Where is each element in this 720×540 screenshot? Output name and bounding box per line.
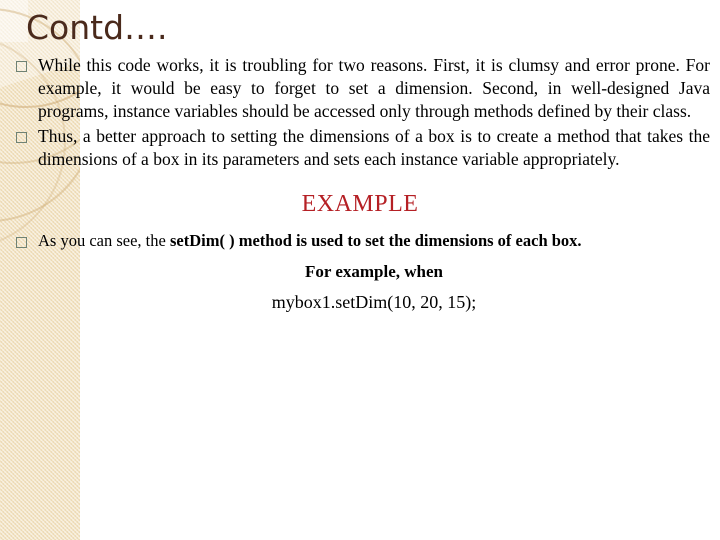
square-bullet-icon bbox=[16, 61, 27, 72]
slide-body: While this code works, it is troubling f… bbox=[0, 54, 720, 313]
bullet-3-text-before: As you can see, the bbox=[38, 231, 170, 250]
bullet-3-text-after: method is used to set the dimensions of … bbox=[234, 231, 582, 250]
slide-title: Contd…. bbox=[26, 8, 168, 47]
square-bullet-icon bbox=[16, 132, 27, 143]
bullet-item-2: Thus, a better approach to setting the d… bbox=[0, 125, 720, 171]
example-heading: EXAMPLE bbox=[301, 191, 419, 217]
example-line-2: mybox1.setDim(10, 20, 15); bbox=[271, 292, 477, 312]
slide-canvas: Contd…. While this code works, it is tro… bbox=[0, 0, 720, 540]
bullet-1-text: While this code works, it is troubling f… bbox=[38, 55, 710, 121]
code-term-setdim: setDim( ) bbox=[169, 231, 235, 250]
example-line-1: For example, when bbox=[304, 262, 444, 281]
square-bullet-icon bbox=[16, 237, 27, 248]
bullet-3-text: As you can see, the setDim( ) method is … bbox=[38, 230, 710, 252]
bullet-2-text: Thus, a better approach to setting the d… bbox=[38, 126, 710, 169]
bullet-item-1: While this code works, it is troubling f… bbox=[0, 54, 720, 123]
bullet-item-3: As you can see, the setDim( ) method is … bbox=[0, 230, 720, 252]
